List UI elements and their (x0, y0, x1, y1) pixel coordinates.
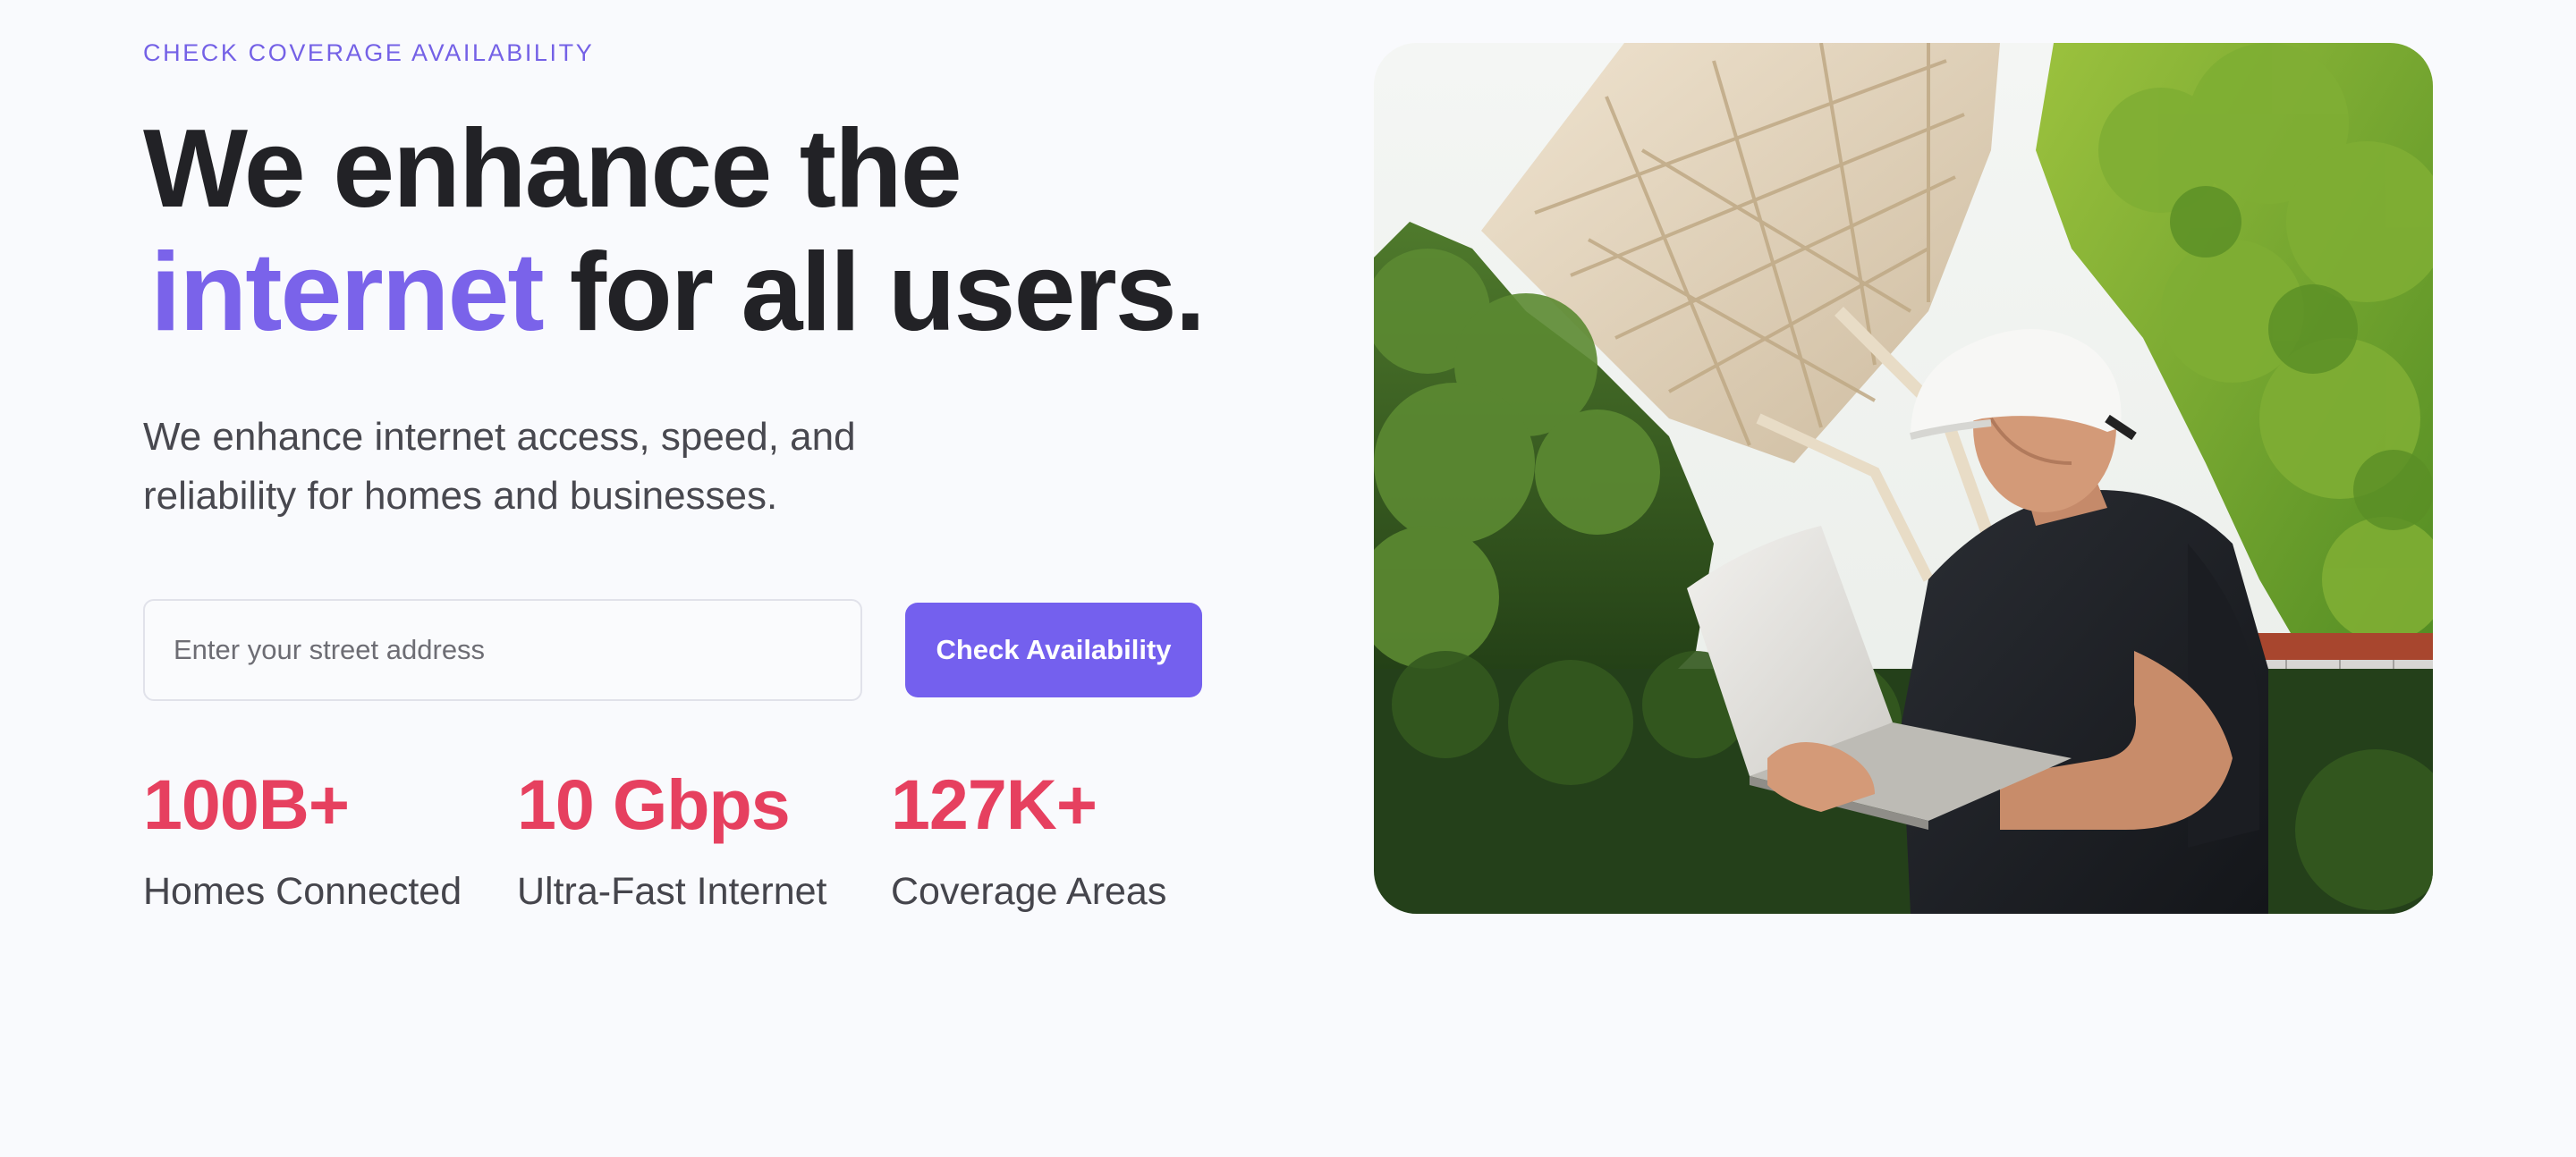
address-input[interactable] (143, 599, 862, 701)
stat-value: 10 Gbps (517, 764, 791, 844)
stat-homes-connected: 100B+ Homes Connected (143, 760, 462, 914)
eyebrow-label: CHECK COVERAGE AVAILABILITY (143, 39, 595, 66)
stat-label: Ultra-Fast Internet (517, 870, 827, 913)
stat-label: Homes Connected (143, 870, 462, 913)
stat-coverage-areas: 127K+ Coverage Areas (891, 760, 1166, 914)
stat-value: 100B+ (143, 764, 350, 844)
technician-photo-illustration (1374, 43, 2433, 914)
hero-description: We enhance internet access, speed, and r… (143, 415, 856, 518)
hero-photo (1374, 43, 2433, 914)
stat-ultra-fast-internet: 10 Gbps Ultra-Fast Internet (517, 760, 827, 914)
headline-accent: internet (150, 231, 545, 354)
check-availability-button[interactable]: Check Availability (905, 603, 1202, 697)
hero-section: CHECK COVERAGE AVAILABILITY We enhance t… (0, 0, 2576, 1157)
headline-line-2: for all users. (569, 231, 1206, 354)
stat-label: Coverage Areas (891, 870, 1167, 913)
stat-value: 127K+ (891, 764, 1097, 844)
page-title: We enhance the internet for all users. (143, 107, 1206, 354)
headline-line-1: We enhance the (143, 107, 962, 231)
